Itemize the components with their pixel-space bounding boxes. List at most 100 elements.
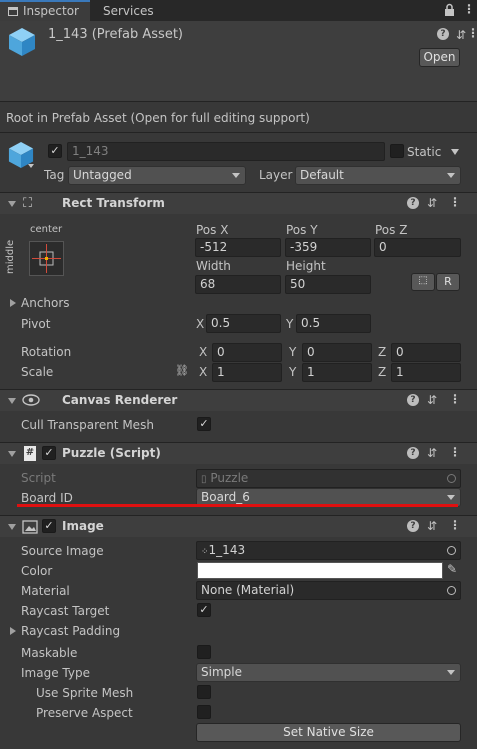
foldout-icon[interactable] <box>8 398 16 404</box>
help-icon[interactable]: ? <box>407 520 419 532</box>
preset-icon[interactable]: ⇵ <box>427 196 437 210</box>
script-value: Puzzle <box>210 471 249 485</box>
static-dropdown-icon[interactable] <box>451 149 459 155</box>
anchor-v-text: middle <box>5 239 16 274</box>
image-header[interactable]: ✓ Image ? ⇵ ⋮ <box>0 515 477 537</box>
help-icon[interactable]: ? <box>407 197 419 209</box>
anchor-h-label: center <box>30 224 63 235</box>
tab-services-label: Services <box>103 4 154 18</box>
puzzle-script-header[interactable]: # ✓ Puzzle (Script) ? ⇵ ⋮ <box>0 442 477 464</box>
rect-transform-header[interactable]: ⛶ Rect Transform ? ⇵ ⋮ <box>0 192 477 214</box>
pivot-y-field[interactable]: 0.5 <box>296 314 371 333</box>
tab-inspector[interactable]: Inspector <box>0 0 90 21</box>
color-swatch[interactable] <box>197 562 443 579</box>
preset-icon[interactable]: ⇵ <box>456 28 466 42</box>
preset-icon[interactable]: ⇵ <box>427 393 437 407</box>
scale-x-field[interactable]: 1 <box>212 363 282 382</box>
preserve-aspect-checkbox[interactable] <box>197 705 211 719</box>
rotation-z-field[interactable]: 0 <box>391 343 461 362</box>
static-checkbox[interactable] <box>390 144 404 158</box>
image-type-value: Simple <box>201 665 242 679</box>
raw-edit-button[interactable]: R <box>436 273 460 291</box>
maskable-label: Maskable <box>21 646 78 660</box>
foldout-icon[interactable] <box>8 201 16 207</box>
maskable-checkbox[interactable] <box>197 645 211 659</box>
tab-services[interactable]: Services <box>95 0 175 21</box>
constrain-proportions-icon[interactable]: ⛓ <box>175 364 189 377</box>
divider <box>0 132 477 133</box>
scale-y-field[interactable]: 1 <box>302 363 372 382</box>
rotation-x-field[interactable]: 0 <box>212 343 282 362</box>
help-icon[interactable]: ? <box>437 28 449 40</box>
preset-icon[interactable]: ⇵ <box>427 446 437 460</box>
rotation-y-label: Y <box>289 345 297 359</box>
width-field[interactable]: 68 <box>195 275 281 294</box>
help-icon[interactable]: ? <box>407 394 419 406</box>
open-button[interactable]: Open <box>419 48 460 67</box>
anchors-foldout-icon[interactable] <box>10 299 16 307</box>
pivot-x-field[interactable]: 0.5 <box>206 314 281 333</box>
inspector-tab-icon <box>8 7 18 16</box>
pos-x-field[interactable]: -512 <box>195 238 281 257</box>
more-menu-icon[interactable]: ⋮ <box>463 2 475 16</box>
height-field[interactable]: 50 <box>285 275 371 294</box>
image-enabled-checkbox[interactable]: ✓ <box>42 519 56 533</box>
eye-icon <box>22 394 40 409</box>
cull-transparent-label: Cull Transparent Mesh <box>21 418 154 432</box>
material-label: Material <box>21 584 70 598</box>
lock-icon[interactable] <box>444 3 455 19</box>
raycast-padding-foldout-icon[interactable] <box>10 627 16 635</box>
foldout-icon[interactable] <box>8 524 16 530</box>
image-title: Image <box>62 519 104 533</box>
eyedropper-icon[interactable]: ✎ <box>447 562 457 576</box>
color-label: Color <box>21 564 53 578</box>
scale-z-label: Z <box>378 365 387 379</box>
rotation-y-field[interactable]: 0 <box>302 343 372 362</box>
tag-dropdown[interactable]: Untagged <box>68 166 246 185</box>
blueprint-mode-button[interactable]: ⬚ <box>411 273 435 291</box>
component-menu-icon[interactable]: ⋮ <box>449 195 461 209</box>
pos-z-field[interactable]: 0 <box>374 238 461 257</box>
scale-y-label: Y <box>289 365 297 379</box>
object-picker-icon[interactable] <box>447 546 456 555</box>
cull-transparent-checkbox[interactable]: ✓ <box>197 417 211 431</box>
raycast-padding-label: Raycast Padding <box>21 624 121 638</box>
canvas-renderer-header[interactable]: Canvas Renderer ? ⇵ ⋮ <box>0 389 477 411</box>
component-menu-icon[interactable]: ⋮ <box>449 392 461 406</box>
component-menu-icon[interactable]: ⋮ <box>449 518 461 532</box>
layer-dropdown[interactable]: Default <box>295 166 461 185</box>
anchor-presets-button[interactable] <box>29 241 64 276</box>
rect-transform-title: Rect Transform <box>62 196 165 210</box>
source-image-field[interactable]: ⁘1_143 <box>196 541 461 560</box>
pivot-y-label: Y <box>286 317 294 331</box>
icon-dropdown-icon[interactable] <box>28 164 34 168</box>
gameobject-name-field[interactable]: 1_143 <box>67 142 385 161</box>
layer-value: Default <box>300 168 344 182</box>
preset-icon[interactable]: ⇵ <box>427 519 437 533</box>
chevron-down-icon <box>232 173 240 178</box>
preserve-aspect-label: Preserve Aspect <box>36 706 133 720</box>
image-component-icon <box>22 520 38 537</box>
object-picker-icon[interactable] <box>447 586 456 595</box>
image-type-dropdown[interactable]: Simple <box>196 663 461 682</box>
script-file-icon: ▯ <box>201 474 207 485</box>
foldout-icon[interactable] <box>8 451 16 457</box>
pos-y-field[interactable]: -359 <box>285 238 371 257</box>
chevron-down-icon <box>447 173 455 178</box>
help-icon[interactable]: ? <box>407 447 419 459</box>
source-image-label: Source Image <box>21 544 104 558</box>
component-menu-icon[interactable]: ⋮ <box>467 26 477 40</box>
set-native-size-button[interactable]: Set Native Size <box>196 723 461 742</box>
component-menu-icon[interactable]: ⋮ <box>449 445 461 459</box>
pos-x-label: Pos X <box>196 223 229 237</box>
rect-transform-icon: ⛶ <box>23 196 33 211</box>
raycast-target-checkbox[interactable]: ✓ <box>197 603 211 617</box>
use-sprite-mesh-checkbox[interactable] <box>197 685 211 699</box>
scale-label: Scale <box>21 365 54 379</box>
asset-title: 1_143 (Prefab Asset) <box>48 27 183 42</box>
active-checkbox[interactable]: ✓ <box>48 144 62 158</box>
static-label: Static <box>407 145 442 159</box>
puzzle-enabled-checkbox[interactable]: ✓ <box>42 446 56 460</box>
scale-z-field[interactable]: 1 <box>391 363 461 382</box>
material-field[interactable]: None (Material) <box>196 581 461 600</box>
